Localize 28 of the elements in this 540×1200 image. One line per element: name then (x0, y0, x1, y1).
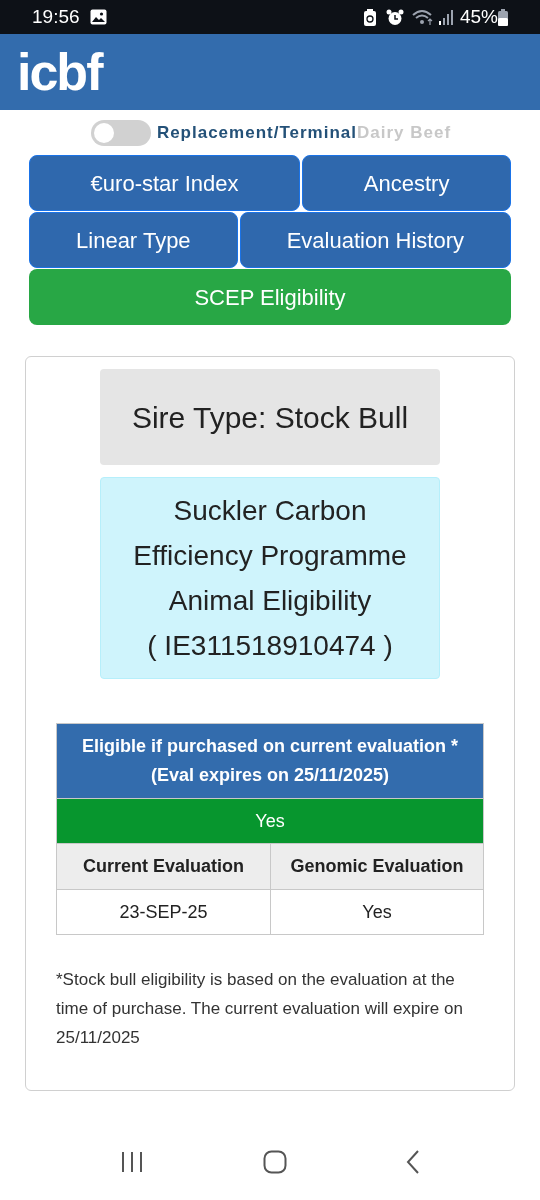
logo: icbf (17, 46, 102, 98)
wifi-icon (411, 8, 434, 26)
toggle-label: Replacement/Terminal (156, 122, 357, 145)
sire-type-label: Sire Type: Stock Bull (100, 369, 440, 465)
column-header: Genomic Evaluation (270, 843, 483, 889)
back-icon[interactable] (406, 1150, 421, 1174)
table-title: Eligible if purchased on current evaluation * (Eval expires on 25/11/2025) (57, 724, 483, 798)
battery-saver-icon (363, 8, 376, 26)
signal-icon (437, 9, 454, 25)
column-header: Current Evaluation (57, 843, 270, 889)
programme-title: Suckler Carbon Efficiency Programme Animal Eligibility ( IE311518910474 ) (100, 477, 440, 679)
result-cell: Yes (57, 798, 483, 843)
battery-icon (498, 8, 508, 26)
battery-percent: 45% (459, 4, 498, 29)
tab[interactable]: Linear Type (29, 212, 238, 268)
tab[interactable]: SCEP Eligibility (29, 269, 511, 325)
footnote: *Stock bull eligibility is based on the evaluation at the time of purchase. The current evaluation will expire on 25/11/2025 (55, 969, 464, 1049)
alarm-icon (385, 8, 404, 26)
home-icon[interactable] (263, 1150, 287, 1174)
recent-apps-icon[interactable] (119, 1151, 144, 1173)
image-icon (89, 9, 107, 25)
table-cell: 23-SEP-25 (57, 889, 270, 934)
tab[interactable]: Evaluation History (239, 212, 511, 268)
status-time: 19:56 (32, 4, 80, 29)
table-cell: Yes (270, 889, 483, 934)
tab[interactable]: €uro-star Index (29, 155, 301, 211)
toggle-switch[interactable] (90, 120, 151, 146)
tab[interactable]: Ancestry (302, 155, 511, 211)
